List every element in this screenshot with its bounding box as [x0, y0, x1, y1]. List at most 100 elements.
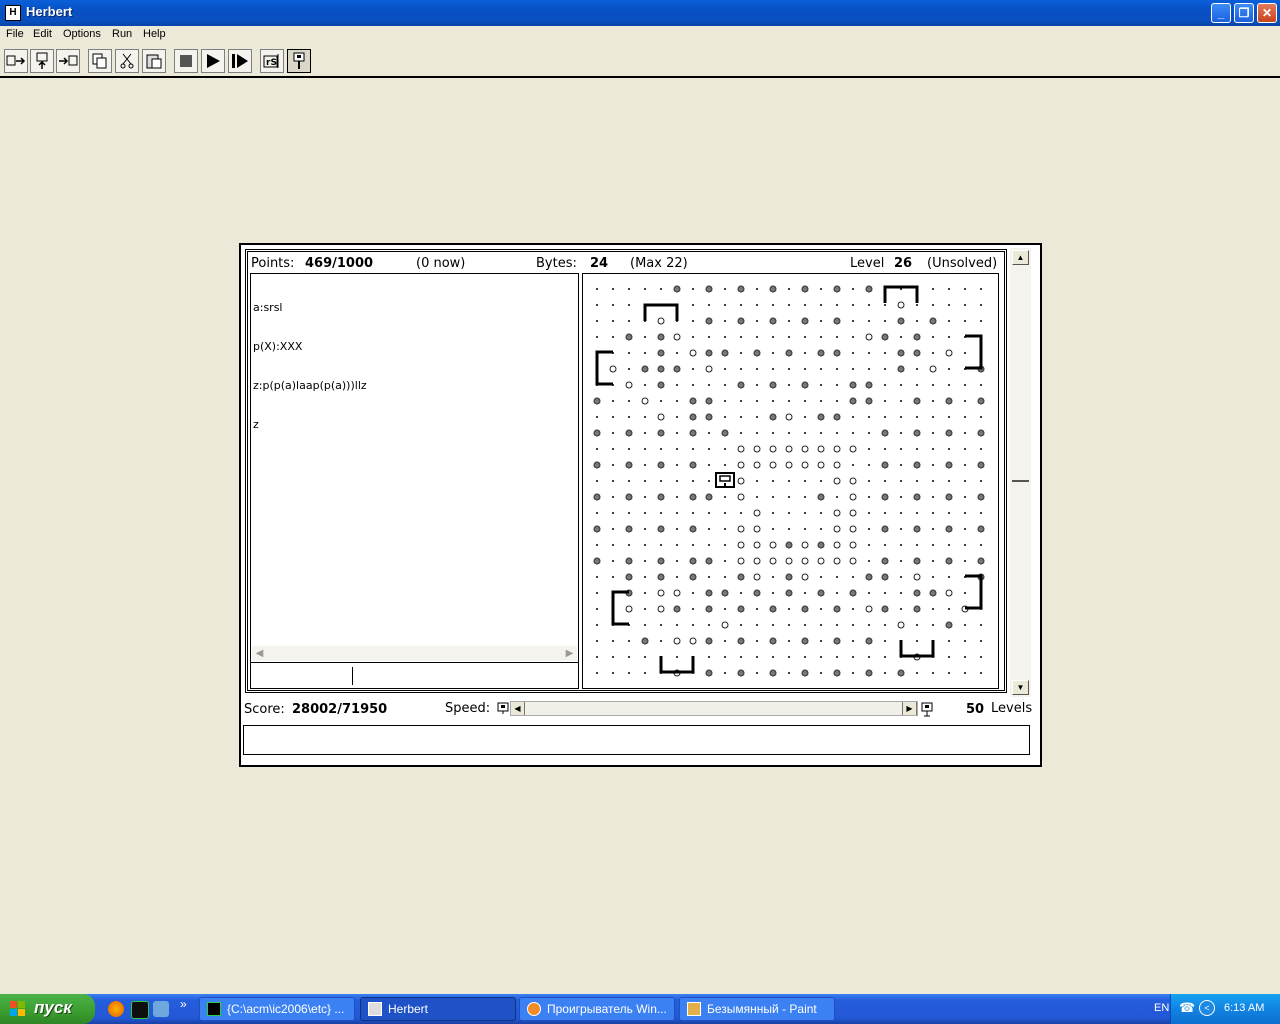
slow-robot-icon	[497, 701, 509, 718]
grid-dot	[884, 592, 886, 594]
gray-button-cell	[753, 349, 761, 357]
grid-dot	[724, 656, 726, 658]
command-input[interactable]	[251, 662, 578, 689]
quicklaunch-chevron[interactable]: »	[180, 997, 187, 1011]
grid-dot	[724, 512, 726, 514]
cut-icon[interactable]	[115, 49, 139, 73]
step-icon[interactable]	[228, 49, 252, 73]
reset-icon[interactable]: rS	[260, 49, 284, 73]
speed-decrease-icon[interactable]: ◀	[511, 702, 525, 715]
grid-dot	[756, 640, 758, 642]
grid-dot	[612, 432, 614, 434]
game-board[interactable]	[582, 273, 999, 689]
grid-dot	[708, 576, 710, 578]
grid-dot	[804, 352, 806, 354]
console-icon[interactable]	[131, 1001, 149, 1019]
grid-dot	[644, 336, 646, 338]
gray-button-cell	[657, 349, 665, 357]
start-button[interactable]: пуск	[0, 994, 95, 1024]
grid-dot	[932, 512, 934, 514]
score-label: Score:	[244, 702, 285, 717]
level-vscrollbar[interactable]: ▲ ▼	[1010, 248, 1031, 697]
scroll-right-icon[interactable]: ▶	[562, 646, 577, 661]
grid-dot	[660, 480, 662, 482]
grid-dot	[900, 592, 902, 594]
editor-hscrollbar[interactable]: ◀ ▶	[252, 646, 577, 661]
grid-dot	[660, 640, 662, 642]
start-label: пуск	[34, 998, 72, 1017]
grid-dot	[772, 528, 774, 530]
speed-increase-icon[interactable]: ▶	[902, 702, 917, 715]
grid-dot	[900, 544, 902, 546]
scroll-left-icon[interactable]: ◀	[252, 646, 267, 661]
ie-icon[interactable]	[153, 1001, 169, 1017]
gray-button-cell	[705, 589, 713, 597]
grid-dot	[868, 512, 870, 514]
grid-dot	[932, 448, 934, 450]
code-editor[interactable]: a:srsl p(X):XXX z:p(p(a)laap(p(a)))llz z…	[250, 273, 579, 689]
scroll-down-icon[interactable]: ▼	[1012, 680, 1029, 695]
toolbar: rS	[0, 45, 1280, 78]
task-console[interactable]: {C:\acm\ic2006\etc} ...	[199, 997, 355, 1021]
gray-button-cell	[865, 637, 873, 645]
copy-icon[interactable]	[88, 49, 112, 73]
herbert-task-icon	[368, 1002, 382, 1016]
grid-dot	[964, 304, 966, 306]
grid-dot	[948, 480, 950, 482]
tray-expand-icon[interactable]: <	[1199, 1000, 1215, 1016]
menu-edit[interactable]: Edit	[33, 28, 52, 40]
gray-button-cell	[593, 429, 601, 437]
restore-button[interactable]: ❐	[1234, 3, 1254, 23]
language-indicator[interactable]: EN	[1154, 1002, 1169, 1014]
menu-file[interactable]: File	[6, 28, 24, 40]
task-herbert[interactable]: Herbert	[360, 997, 516, 1021]
grid-dot	[692, 544, 694, 546]
scroll-thumb[interactable]	[1012, 480, 1029, 482]
open-icon[interactable]	[4, 49, 28, 73]
gray-button-cell	[721, 589, 729, 597]
stop-icon[interactable]	[174, 49, 198, 73]
white-button-cell	[833, 509, 841, 517]
firefox-icon[interactable]	[108, 1001, 124, 1017]
task-paint[interactable]: Безымянный - Paint	[679, 997, 835, 1021]
wall-segment	[965, 334, 983, 370]
grid-dot	[756, 416, 758, 418]
grid-dot	[804, 400, 806, 402]
grid-dot	[788, 624, 790, 626]
grid-dot	[868, 656, 870, 658]
gray-button-cell	[945, 461, 953, 469]
save-icon[interactable]	[30, 49, 54, 73]
play-icon[interactable]	[201, 49, 225, 73]
menu-run[interactable]: Run	[112, 28, 132, 40]
grid-dot	[948, 544, 950, 546]
robot-icon[interactable]	[287, 49, 311, 73]
task-media-player[interactable]: Проигрыватель Win...	[519, 997, 675, 1021]
white-button-cell	[705, 365, 713, 373]
grid-dot	[836, 368, 838, 370]
menu-help[interactable]: Help	[143, 28, 166, 40]
grid-dot	[612, 288, 614, 290]
gray-button-cell	[833, 669, 841, 677]
fast-robot-icon	[921, 701, 935, 720]
network-icon[interactable]: ☎	[1179, 1000, 1195, 1016]
gray-button-cell	[977, 397, 985, 405]
minimize-button[interactable]: _	[1211, 3, 1231, 23]
grid-dot	[964, 480, 966, 482]
grid-dot	[868, 432, 870, 434]
paste-icon[interactable]	[142, 49, 166, 73]
grid-dot	[788, 672, 790, 674]
menu-options[interactable]: Options	[63, 28, 101, 40]
levels-label[interactable]: Levels	[991, 701, 1032, 716]
close-button[interactable]: ✕	[1257, 3, 1277, 23]
points-label: Points:	[251, 256, 295, 271]
white-button-cell	[849, 445, 857, 453]
grid-dot	[676, 576, 678, 578]
scroll-up-icon[interactable]: ▲	[1012, 250, 1029, 265]
grid-dot	[644, 352, 646, 354]
export-icon[interactable]	[56, 49, 80, 73]
speed-slider[interactable]: ◀ ▶	[510, 701, 918, 716]
grid-dot	[980, 288, 982, 290]
grid-dot	[836, 384, 838, 386]
code-text[interactable]: a:srsl p(X):XXX z:p(p(a)laap(p(a)))llz z	[253, 275, 367, 457]
taskbar: пуск » {C:\acm\ic2006\etc} ... Herbert П…	[0, 994, 1280, 1024]
